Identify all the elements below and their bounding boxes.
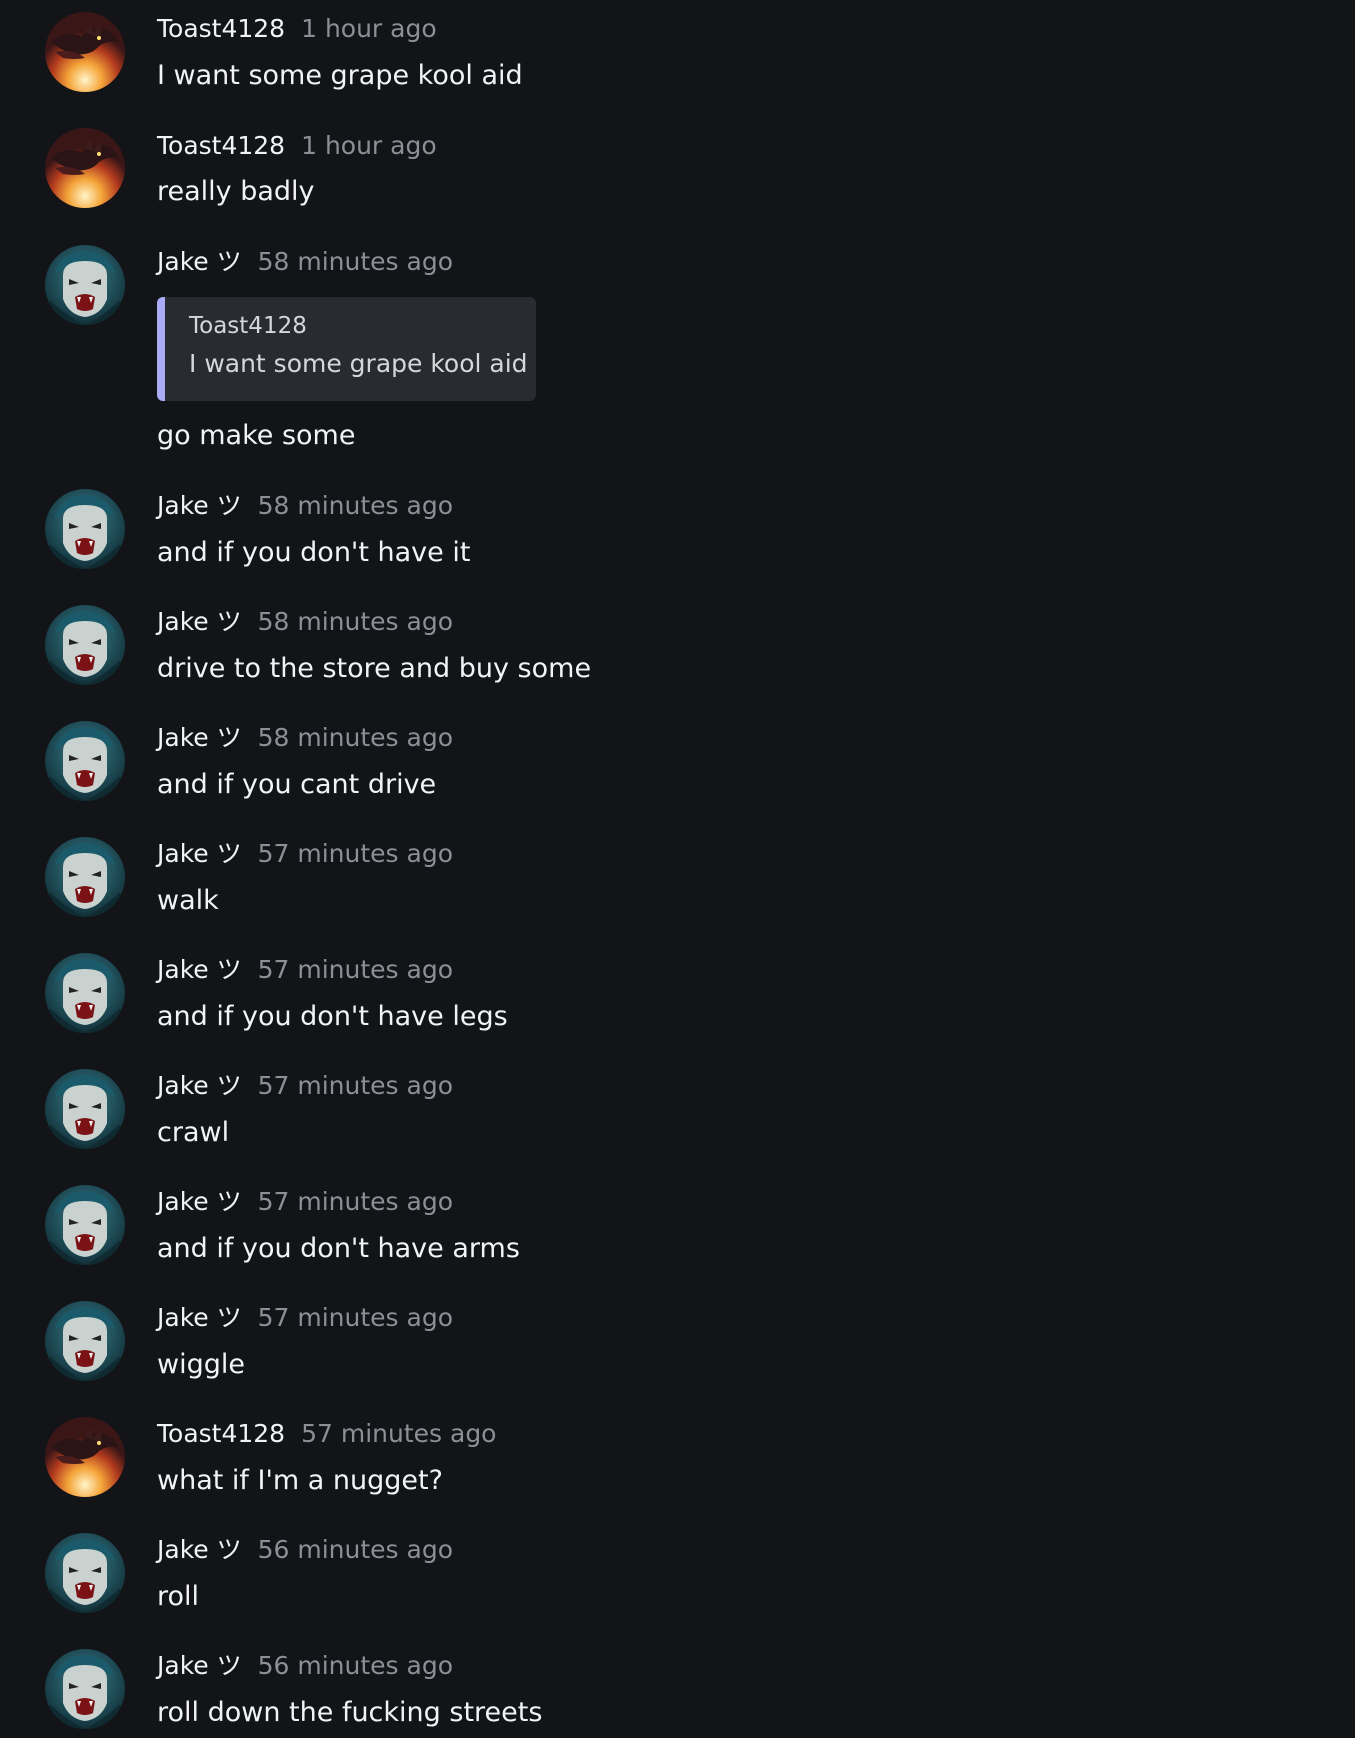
vampire-face-avatar: [45, 721, 125, 801]
avatar[interactable]: [45, 245, 125, 325]
message-text: what if I'm a nugget?: [157, 1465, 443, 1496]
avatar[interactable]: [45, 128, 125, 208]
vampire-face-avatar: [45, 953, 125, 1033]
avatar[interactable]: [45, 1533, 125, 1613]
message-header: Jake ツ 57 minutes ago: [157, 1302, 453, 1334]
message-text: wiggle: [157, 1349, 245, 1380]
avatar[interactable]: [45, 12, 125, 92]
avatar[interactable]: [45, 605, 125, 685]
message-text: walk: [157, 885, 219, 916]
message-timestamp: 1 hour ago: [301, 131, 437, 160]
message-author[interactable]: Jake ツ: [157, 1535, 242, 1564]
avatar[interactable]: [45, 1649, 125, 1729]
message-timestamp: 58 minutes ago: [257, 723, 453, 752]
message-timestamp: 1 hour ago: [301, 14, 437, 43]
message-text: and if you cant drive: [157, 769, 437, 800]
message-author[interactable]: Toast4128: [157, 131, 285, 160]
message-header: Toast4128 57 minutes ago: [157, 1418, 496, 1450]
quote-accent-bar: [157, 297, 165, 401]
vampire-face-avatar: [45, 245, 125, 325]
message-author[interactable]: Jake ツ: [157, 491, 242, 520]
message-timestamp: 58 minutes ago: [257, 491, 453, 520]
message-author[interactable]: Jake ツ: [157, 723, 242, 752]
message-text: drive to the store and buy some: [157, 653, 592, 684]
message-text: and if you don't have arms: [157, 1233, 520, 1264]
vampire-face-avatar: [45, 837, 125, 917]
message-text: really badly: [157, 176, 315, 207]
reply-quote[interactable]: Toast4128 I want some grape kool aid: [157, 297, 536, 401]
message-text: and if you don't have legs: [157, 1001, 508, 1032]
message-timestamp: 58 minutes ago: [257, 607, 453, 636]
message-author[interactable]: Jake ツ: [157, 1187, 242, 1216]
vampire-face-avatar: [45, 1533, 125, 1613]
vampire-face-avatar: [45, 1301, 125, 1381]
dragon-flame-avatar: [45, 1417, 125, 1497]
message-author[interactable]: Toast4128: [157, 1419, 285, 1448]
message-timestamp: 57 minutes ago: [301, 1419, 497, 1448]
message-text: go make some: [157, 420, 356, 451]
message-header: Jake ツ 58 minutes ago: [157, 246, 453, 278]
message-timestamp: 57 minutes ago: [257, 955, 453, 984]
vampire-face-avatar: [45, 1069, 125, 1149]
message-header: Jake ツ 56 minutes ago: [157, 1534, 453, 1566]
avatar[interactable]: [45, 489, 125, 569]
avatar[interactable]: [45, 1417, 125, 1497]
avatar[interactable]: [45, 721, 125, 801]
message-header: Toast4128 1 hour ago: [157, 130, 437, 162]
message-timestamp: 57 minutes ago: [257, 1187, 453, 1216]
message-timestamp: 57 minutes ago: [257, 839, 453, 868]
vampire-face-avatar: [45, 489, 125, 569]
avatar[interactable]: [45, 837, 125, 917]
message-header: Jake ツ 58 minutes ago: [157, 490, 453, 522]
message-header: Toast4128 1 hour ago: [157, 13, 437, 45]
avatar[interactable]: [45, 1069, 125, 1149]
message-author[interactable]: Jake ツ: [157, 607, 242, 636]
message-header: Jake ツ 57 minutes ago: [157, 954, 453, 986]
message-header: Jake ツ 58 minutes ago: [157, 722, 453, 754]
message-header: Jake ツ 56 minutes ago: [157, 1650, 453, 1682]
message-timestamp: 58 minutes ago: [257, 247, 453, 276]
message-timestamp: 56 minutes ago: [257, 1535, 453, 1564]
message-author[interactable]: Jake ツ: [157, 1651, 242, 1680]
message-header: Jake ツ 58 minutes ago: [157, 606, 453, 638]
avatar[interactable]: [45, 953, 125, 1033]
avatar[interactable]: [45, 1301, 125, 1381]
dragon-flame-avatar: [45, 128, 125, 208]
avatar[interactable]: [45, 1185, 125, 1265]
message-author[interactable]: Jake ツ: [157, 1303, 242, 1332]
vampire-face-avatar: [45, 1185, 125, 1265]
message-header: Jake ツ 57 minutes ago: [157, 1186, 453, 1218]
quote-author: Toast4128: [189, 313, 307, 339]
message-text: roll down the fucking streets: [157, 1697, 543, 1728]
message-text: crawl: [157, 1117, 230, 1148]
message-author[interactable]: Jake ツ: [157, 955, 242, 984]
message-text: I want some grape kool aid: [157, 60, 523, 91]
message-timestamp: 57 minutes ago: [257, 1071, 453, 1100]
vampire-face-avatar: [45, 1649, 125, 1729]
vampire-face-avatar: [45, 605, 125, 685]
message-author[interactable]: Toast4128: [157, 14, 285, 43]
message-author[interactable]: Jake ツ: [157, 247, 242, 276]
dragon-flame-avatar: [45, 12, 125, 92]
message-text: roll: [157, 1581, 200, 1612]
message-timestamp: 57 minutes ago: [257, 1303, 453, 1332]
message-list: Toast4128 1 hour ago I want some grape ko…: [0, 0, 1355, 1738]
message-header: Jake ツ 57 minutes ago: [157, 1070, 453, 1102]
message-author[interactable]: Jake ツ: [157, 839, 242, 868]
message-author[interactable]: Jake ツ: [157, 1071, 242, 1100]
quote-text: I want some grape kool aid: [189, 349, 528, 378]
message-header: Jake ツ 57 minutes ago: [157, 838, 453, 870]
message-timestamp: 56 minutes ago: [257, 1651, 453, 1680]
message-text: and if you don't have it: [157, 537, 471, 568]
